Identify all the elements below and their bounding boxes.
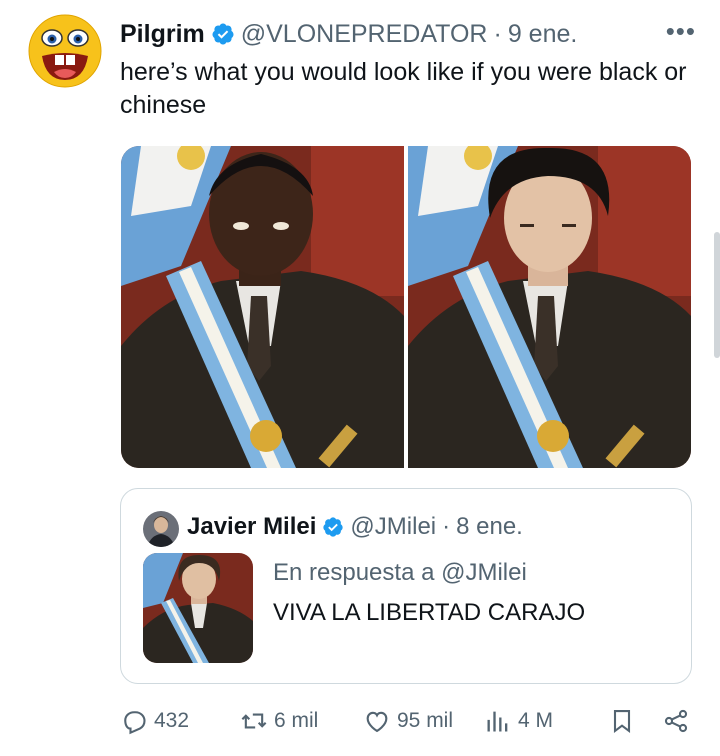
quoted-author-name[interactable]: Javier Milei (187, 513, 316, 541)
tweet-actions: 432 6 mil 95 mil 4 M (120, 704, 695, 738)
more-options-icon[interactable]: ••• (666, 16, 696, 47)
quoted-tweet-header: Javier Milei @JMilei · 8 ene. (187, 513, 523, 541)
reply-icon (124, 711, 146, 735)
reply-button[interactable]: 432 (120, 707, 189, 735)
author-avatar[interactable] (28, 14, 102, 88)
author-handle[interactable]: @VLONEPREDATOR (241, 20, 488, 49)
bookmark-button[interactable] (608, 707, 636, 735)
tweet-header: Pilgrim @VLONEPREDATOR · 9 ene. ••• (120, 16, 696, 50)
quoted-author-avatar[interactable] (143, 511, 179, 547)
reply-context[interactable]: En respuesta a @JMilei (273, 559, 527, 587)
views-count: 4 M (518, 709, 554, 732)
verified-badge-icon (211, 22, 235, 46)
photo-right[interactable] (408, 146, 691, 468)
share-button[interactable] (662, 707, 690, 735)
like-icon (366, 711, 388, 733)
views-button[interactable]: 4 M (484, 707, 553, 735)
photo-left[interactable] (121, 146, 404, 468)
separator-dot: · (442, 513, 451, 540)
retweet-button[interactable]: 6 mil (240, 707, 318, 735)
retweet-icon (241, 713, 267, 729)
bookmark-icon (613, 710, 631, 734)
tweet-text: here’s what you would look like if you w… (120, 58, 687, 119)
like-count: 95 mil (397, 709, 454, 732)
quoted-tweet[interactable]: Javier Milei @JMilei · 8 ene. En respues… (120, 488, 692, 684)
separator-dot: · (493, 19, 502, 48)
quoted-tweet-date[interactable]: 8 ene. (456, 513, 523, 541)
tweet-media (121, 146, 691, 468)
quoted-tweet-text: VIVA LA LIBERTAD CARAJO (273, 599, 586, 626)
verified-badge-icon (322, 516, 344, 538)
tweet-date[interactable]: 9 ene. (508, 20, 578, 49)
share-icon (664, 709, 688, 733)
quoted-author-handle[interactable]: @JMilei (350, 513, 436, 541)
like-button[interactable]: 95 mil (363, 707, 453, 735)
author-name[interactable]: Pilgrim (120, 20, 205, 49)
laughing-emoji-icon (28, 14, 102, 88)
reply-count: 432 (154, 709, 190, 732)
retweet-count: 6 mil (274, 709, 319, 732)
scrollbar[interactable] (714, 232, 720, 358)
quoted-tweet-thumbnail[interactable] (143, 553, 253, 663)
views-icon (487, 711, 508, 732)
